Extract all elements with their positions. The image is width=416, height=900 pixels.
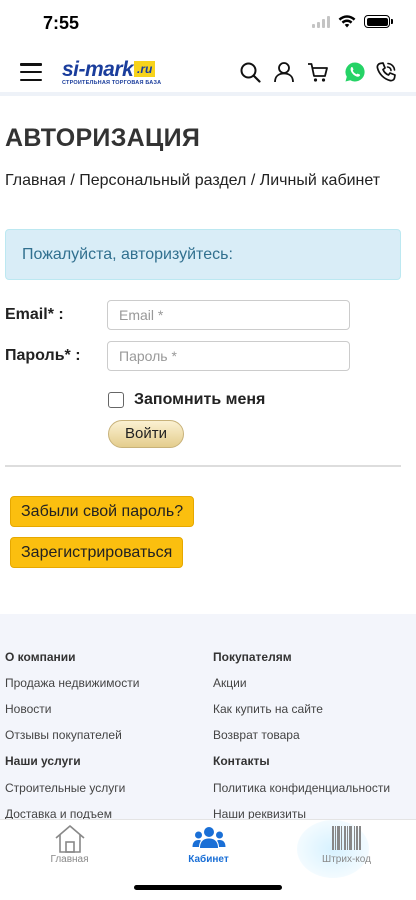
footer-link[interactable]: Строительные услуги [5, 781, 125, 795]
footer-heading: Покупателям [213, 650, 292, 664]
login-button[interactable]: Войти [108, 420, 184, 448]
footer-link[interactable]: Отзывы покупателей [5, 728, 122, 742]
email-field[interactable] [107, 300, 350, 330]
breadcrumb[interactable]: Главная / Персональный раздел / Личный к… [5, 172, 380, 190]
footer-link[interactable]: Акции [213, 676, 247, 690]
footer-link[interactable]: Политика конфиденциальности [213, 781, 390, 795]
register-button[interactable]: Зарегистрироваться [10, 537, 184, 568]
status-time: 7:55 [43, 13, 80, 33]
footer-heading: О компании [5, 650, 76, 664]
tab-label: Штрих-код [322, 854, 371, 865]
footer-link[interactable]: Новости [5, 702, 51, 716]
footer-heading: Контакты [213, 754, 270, 768]
password-label: Пароль* : [5, 347, 81, 364]
logo-ru: .ru [134, 61, 156, 77]
site-header: si-market .ru СТРОИТЕЛЬНАЯ ТОРГОВАЯ БАЗА [0, 48, 416, 96]
logo-subtitle: СТРОИТЕЛЬНАЯ ТОРГОВАЯ БАЗА [62, 80, 162, 86]
password-field[interactable] [107, 341, 350, 371]
signal-icon [312, 15, 330, 28]
footer-link[interactable]: Продажа недвижимости [5, 676, 139, 690]
phone-icon[interactable] [375, 61, 397, 83]
battery-icon [364, 15, 393, 28]
footer-link[interactable]: Возврат товара [213, 728, 300, 742]
footer-link[interactable]: Как купить на сайте [213, 702, 323, 716]
tab-barcode[interactable]: Штрих-код [277, 820, 416, 880]
page-title: АВТОРИЗАЦИЯ [5, 124, 201, 152]
tab-cabinet[interactable]: Кабинет [139, 820, 278, 880]
remember-me[interactable]: Запомнить меня [108, 391, 265, 409]
remember-label: Запомнить меня [134, 391, 266, 408]
user-icon[interactable] [273, 61, 295, 83]
menu-icon[interactable] [20, 63, 42, 81]
remember-checkbox[interactable] [108, 392, 124, 408]
wifi-icon [338, 15, 356, 28]
site-footer: О компании Продажа недвижимости Новости … [0, 614, 416, 824]
divider [5, 465, 401, 467]
status-bar: 7:55 [0, 0, 416, 48]
tab-label: Кабинет [188, 854, 229, 865]
status-icons [312, 15, 393, 28]
footer-heading: Наши услуги [5, 754, 81, 768]
home-indicator [134, 885, 282, 890]
info-alert: Пожалуйста, авторизуйтесь: [5, 229, 401, 280]
cart-icon[interactable] [307, 61, 329, 83]
users-icon [192, 827, 225, 848]
site-logo[interactable]: si-market .ru СТРОИТЕЛЬНАЯ ТОРГОВАЯ БАЗА [62, 58, 162, 88]
forgot-password-button[interactable]: Забыли свой пароль? [10, 496, 195, 527]
tab-home[interactable]: Главная [0, 820, 139, 880]
tab-label: Главная [50, 854, 89, 865]
barcode-icon [331, 826, 362, 850]
whatsapp-icon[interactable] [344, 61, 366, 83]
home-icon [54, 825, 85, 853]
email-label: Email* : [5, 306, 64, 323]
search-icon[interactable] [239, 61, 261, 83]
